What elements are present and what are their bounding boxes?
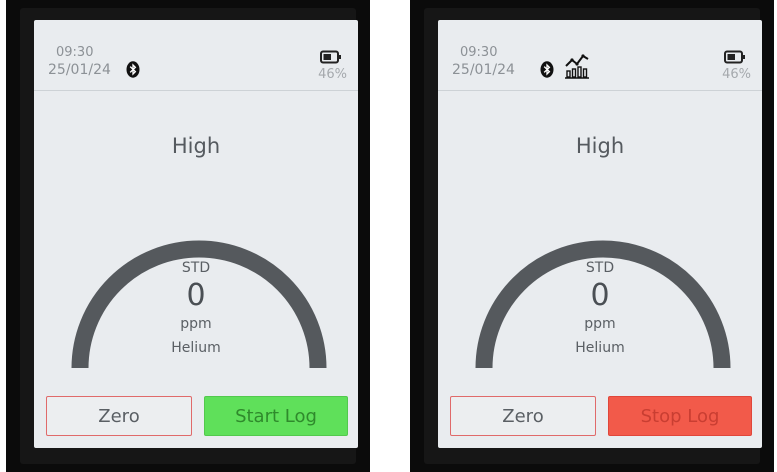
reading-unit: ppm (180, 316, 212, 332)
reading-value: 0 (186, 278, 206, 313)
gas-type: Helium (171, 340, 221, 356)
clock-time: 09:30 (56, 45, 94, 60)
status-bar: 09:30 25/01/24 46% (438, 20, 762, 91)
battery-percentage: 46% (722, 67, 751, 82)
clock-date: 25/01/24 (452, 62, 515, 78)
sensitivity-mode: High (575, 134, 625, 158)
zero-button[interactable]: Zero (450, 396, 596, 436)
bluetooth-icon (126, 61, 140, 78)
sensitivity-mode: High (171, 134, 221, 158)
reading-value: 0 (590, 278, 610, 313)
device-right: 09:30 25/01/24 46% High STD 0 ppm Helium… (410, 0, 774, 472)
log-chart-icon (565, 54, 589, 79)
bluetooth-icon (540, 61, 554, 78)
stop-log-button[interactable]: Stop Log (608, 396, 752, 436)
clock-date: 25/01/24 (48, 62, 111, 78)
battery-icon (320, 50, 341, 64)
device-screen: 09:30 25/01/24 46% High STD 0 ppm Helium… (34, 20, 358, 448)
battery-icon (724, 50, 745, 64)
gas-type: Helium (575, 340, 625, 356)
reading-unit: ppm (584, 316, 616, 332)
zero-button[interactable]: Zero (46, 396, 192, 436)
start-log-button[interactable]: Start Log (204, 396, 348, 436)
battery-percentage: 46% (318, 67, 347, 82)
status-bar: 09:30 25/01/24 46% (34, 20, 358, 91)
device-screen: 09:30 25/01/24 46% High STD 0 ppm Helium… (438, 20, 762, 448)
reading-label: STD (585, 260, 615, 276)
device-left: 09:30 25/01/24 46% High STD 0 ppm Helium… (6, 0, 370, 472)
clock-time: 09:30 (460, 45, 498, 60)
reading-label: STD (181, 260, 211, 276)
